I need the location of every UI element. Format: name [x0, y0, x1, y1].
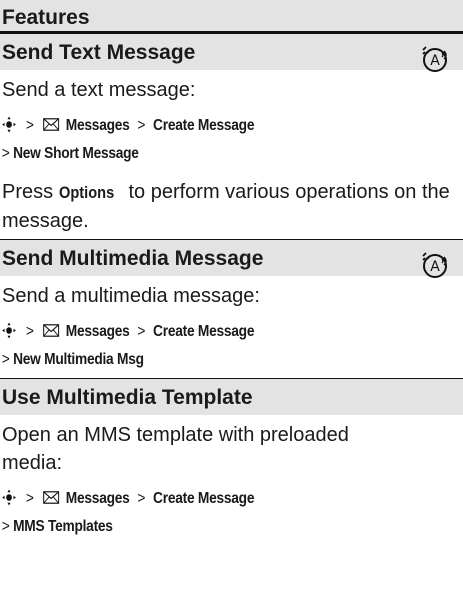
path-separator: >: [137, 117, 146, 134]
menu-path-line-1: > Messages > Create Message: [0, 485, 398, 513]
path-separator: >: [137, 490, 146, 507]
network-dependent-feature-icon: A: [419, 44, 449, 74]
feature-send-multimedia-message: Send Multimedia Message A Send a multime…: [0, 240, 463, 378]
feature-use-multimedia-template: Use Multimedia Template Open an MMS temp…: [0, 379, 463, 541]
path-separator: >: [25, 490, 34, 507]
envelope-icon: [43, 319, 60, 337]
feature-intro: Send a text message:: [2, 79, 196, 101]
menu-path-line-2: > New Short Message: [0, 140, 398, 168]
envelope-icon: [43, 486, 60, 504]
menu-item-mms-templates: MMS Templates: [13, 518, 113, 535]
path-separator: >: [1, 518, 10, 535]
menu-item-messages: Messages: [65, 117, 130, 134]
menu-item-create-message: Create Message: [153, 117, 255, 134]
path-separator: >: [25, 323, 34, 340]
menu-path-line-1: > Messages > Create Message: [0, 112, 398, 140]
feature-title: Use Multimedia Template: [0, 379, 463, 415]
envelope-icon: [43, 113, 60, 131]
menu-path-line-2: > MMS Templates: [0, 513, 398, 541]
note-prefix: Press: [2, 181, 59, 203]
feature-send-text-message: Send Text Message A Send a text message:…: [0, 34, 463, 239]
feature-note: Press Options to perform various operati…: [0, 178, 463, 235]
options-key-label: Options: [58, 183, 114, 202]
nav-key-icon: [2, 321, 17, 339]
menu-item-new-short-message: New Short Message: [13, 145, 139, 162]
feature-title-label: Send Text Message: [2, 41, 196, 64]
feature-intro: Open an MMS template with preloaded medi…: [2, 424, 349, 474]
feature-title: Send Multimedia Message: [0, 240, 463, 276]
menu-item-messages: Messages: [65, 323, 130, 340]
path-separator: >: [1, 145, 10, 162]
menu-item-create-message: Create Message: [153, 490, 255, 507]
feature-title: Send Text Message: [0, 34, 463, 70]
menu-path-line-1: > Messages > Create Message: [0, 318, 398, 346]
path-separator: >: [25, 117, 34, 134]
nav-key-icon: [2, 115, 17, 133]
svg-text:A: A: [430, 53, 440, 69]
menu-item-create-message: Create Message: [153, 323, 255, 340]
features-header-label: Features: [2, 6, 90, 29]
menu-item-messages: Messages: [65, 490, 130, 507]
nav-key-icon: [2, 488, 17, 506]
svg-text:A: A: [430, 259, 440, 275]
page: Features Send Text Message A Send a text…: [0, 0, 463, 610]
feature-title-label: Use Multimedia Template: [2, 386, 253, 409]
path-separator: >: [1, 351, 10, 368]
menu-path-line-2: > New Multimedia Msg: [0, 346, 398, 374]
network-dependent-feature-icon: A: [419, 250, 449, 280]
menu-item-new-multimedia-msg: New Multimedia Msg: [13, 351, 144, 368]
features-header: Features: [0, 0, 463, 34]
path-separator: >: [137, 323, 146, 340]
feature-title-label: Send Multimedia Message: [2, 247, 264, 270]
feature-intro: Send a multimedia message:: [2, 285, 260, 307]
